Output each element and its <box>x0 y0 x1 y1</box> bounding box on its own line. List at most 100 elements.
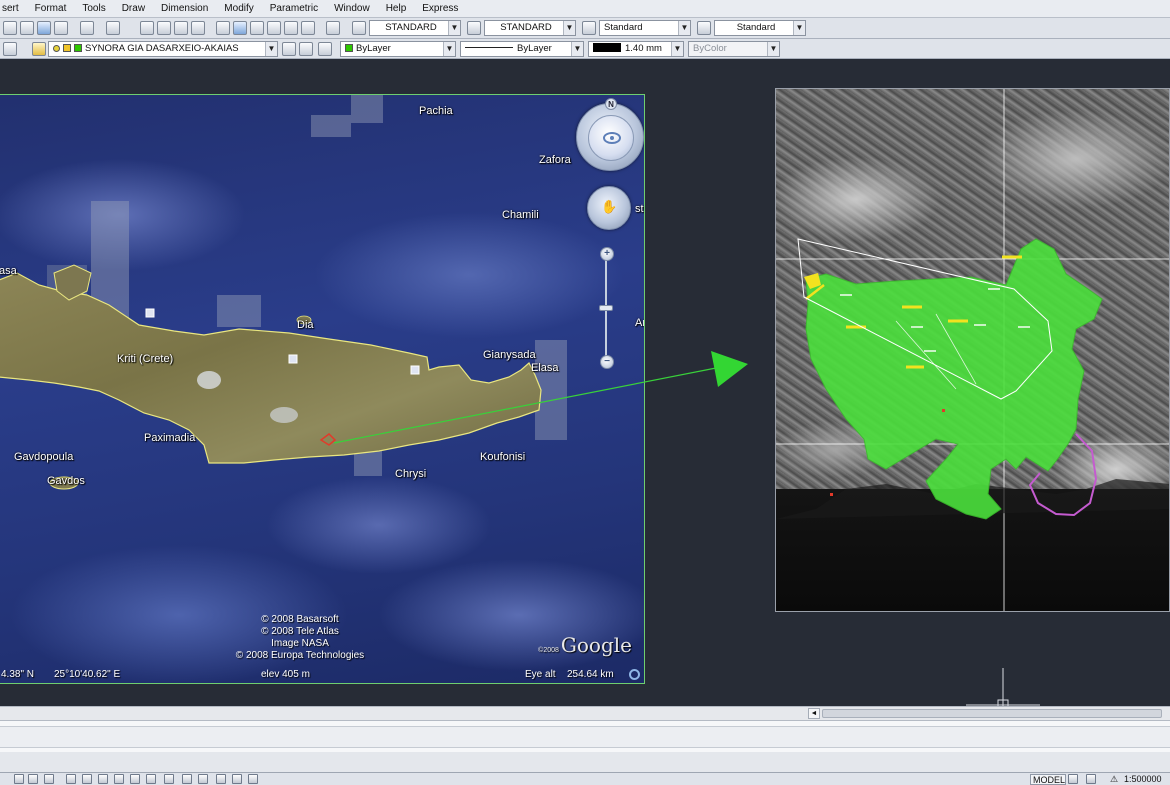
menu-help[interactable]: Help <box>378 3 415 14</box>
layer-color-swatch <box>53 45 60 52</box>
multileader-style-select[interactable]: Standard ▼ <box>714 20 806 36</box>
layer-previous-icon[interactable] <box>299 42 313 56</box>
quick-view-drawings-icon[interactable] <box>1086 774 1096 784</box>
command-line[interactable] <box>0 720 1170 772</box>
menu-parametric[interactable]: Parametric <box>262 3 326 14</box>
ucs-icon[interactable] <box>114 774 124 784</box>
annotation-monitor-icon[interactable] <box>216 774 226 784</box>
zoom-previous-icon[interactable] <box>191 21 205 35</box>
menu-dimension[interactable]: Dimension <box>153 3 216 14</box>
plot-icon[interactable] <box>54 21 68 35</box>
place-label-partial: Ar <box>635 317 645 329</box>
zoom-realtime-icon[interactable] <box>157 21 171 35</box>
google-logo: ©2008 Google <box>538 633 632 657</box>
scroll-left-icon[interactable]: ◄ <box>808 708 820 719</box>
text-style-icon[interactable] <box>352 21 366 35</box>
menu-draw[interactable]: Draw <box>114 3 153 14</box>
make-current-icon[interactable] <box>282 42 296 56</box>
markup-icon[interactable] <box>284 21 298 35</box>
lineweight-select[interactable]: 1.40 mm ▼ <box>588 41 684 57</box>
table-style-select[interactable]: Standard ▼ <box>599 20 691 36</box>
move-navigation-ring[interactable]: ✋ <box>587 186 631 230</box>
dim-style-select[interactable]: STANDARD ▼ <box>484 20 576 36</box>
menu-format[interactable]: Format <box>27 3 75 14</box>
osnap-tracking-icon[interactable] <box>98 774 108 784</box>
open-icon[interactable] <box>20 21 34 35</box>
dim-style-icon[interactable] <box>467 21 481 35</box>
redo-icon[interactable] <box>106 21 120 35</box>
workspace-icon[interactable] <box>248 774 258 784</box>
dynamic-input-icon[interactable] <box>130 774 140 784</box>
plotstyle-select[interactable]: ByColor ▼ <box>688 41 780 57</box>
3d-osnap-icon[interactable] <box>232 774 242 784</box>
properties-icon[interactable] <box>216 21 230 35</box>
layer-iso-icon[interactable] <box>318 42 332 56</box>
place-label-dia: Dia <box>297 319 314 331</box>
new-icon[interactable] <box>3 21 17 35</box>
selection-cycling-icon[interactable] <box>182 774 192 784</box>
quick-view-layouts-icon[interactable] <box>1068 774 1078 784</box>
menu-insert[interactable]: sert <box>0 3 27 14</box>
lineweight-icon[interactable] <box>146 774 156 784</box>
place-label-gavdopoula: Gavdopoula <box>14 451 74 463</box>
look-joystick[interactable] <box>588 115 634 161</box>
menu-express[interactable]: Express <box>414 3 466 14</box>
zoom-slider-thumb[interactable] <box>599 305 613 311</box>
linetype-select[interactable]: ByLayer ▼ <box>460 41 584 57</box>
latitude-readout: 4.38" N <box>1 669 35 680</box>
save-icon[interactable] <box>37 21 51 35</box>
help-icon[interactable] <box>326 21 340 35</box>
plotstyle-value: ByColor <box>693 43 727 54</box>
place-label-koufonisi: Koufonisi <box>480 451 526 463</box>
multileader-style-icon[interactable] <box>697 21 711 35</box>
table-style-icon[interactable] <box>582 21 596 35</box>
zoom-out-button[interactable]: − <box>600 355 614 369</box>
ortho-mode-icon[interactable] <box>44 774 54 784</box>
layers-toolbar: SYNORA GIA DASARXEIO-AKAIAS ▼ ByLayer ▼ By… <box>0 39 1170 59</box>
look-navigation-ring[interactable]: N <box>576 98 644 171</box>
annotation-scale-value[interactable]: 1:500000 <box>1124 773 1162 785</box>
multileader-style-value: Standard <box>736 22 776 33</box>
streaming-indicator-icon <box>629 669 640 680</box>
lineweight-value: 1.40 mm <box>625 43 662 54</box>
tool-palettes-icon[interactable] <box>250 21 264 35</box>
zoom-window-icon[interactable] <box>174 21 188 35</box>
layer-manager-icon[interactable] <box>3 42 17 56</box>
layer-select[interactable]: SYNORA GIA DASARXEIO-AKAIAS ▼ <box>48 41 278 57</box>
quickcalc-icon[interactable] <box>301 21 315 35</box>
layer-color-swatch <box>63 44 71 52</box>
design-center-icon[interactable] <box>233 21 247 35</box>
copyright-line: © 2008 Tele Atlas <box>261 626 339 637</box>
google-earth-viewport[interactable]: Pachia Zafora Chamili Dia Kriti (Crete) … <box>0 94 645 684</box>
object-snap-icon[interactable] <box>82 774 92 784</box>
polar-tracking-icon[interactable] <box>66 774 76 784</box>
place-label-chamili: Chamili <box>502 209 539 221</box>
snap-mode-icon[interactable] <box>14 774 24 784</box>
undo-icon[interactable] <box>80 21 94 35</box>
copyright-block: © 2008 Basarsoft © 2008 Tele Atlas Image… <box>227 614 373 661</box>
menu-modify[interactable]: Modify <box>216 3 261 14</box>
chevron-down-icon: ▼ <box>671 42 683 56</box>
transparency-icon[interactable] <box>198 774 208 784</box>
scroll-thumb[interactable] <box>822 709 1162 718</box>
quick-properties-icon[interactable] <box>164 774 174 784</box>
menu-window[interactable]: Window <box>326 3 378 14</box>
annotation-scale-icon[interactable]: ⚠ <box>1110 773 1118 785</box>
pan-icon[interactable] <box>140 21 154 35</box>
zoom-in-button[interactable]: + <box>600 247 614 261</box>
satellite-image[interactable] <box>775 88 1170 612</box>
text-style-select[interactable]: STANDARD ▼ <box>369 20 461 36</box>
horizontal-scrollbar[interactable]: ◄ <box>0 706 1170 720</box>
command-input[interactable] <box>0 752 1170 772</box>
model-space-button[interactable]: MODEL <box>1030 774 1066 785</box>
layer-state-icon[interactable] <box>32 42 46 56</box>
menu-tools[interactable]: Tools <box>74 3 113 14</box>
north-indicator[interactable]: N <box>605 98 617 110</box>
hand-icon: ✋ <box>601 199 618 214</box>
google-logo-year: ©2008 <box>538 647 559 654</box>
status-bar: MODEL ⚠ 1:500000 <box>0 772 1170 785</box>
sheet-set-icon[interactable] <box>267 21 281 35</box>
grid-display-icon[interactable] <box>28 774 38 784</box>
color-select[interactable]: ByLayer ▼ <box>340 41 456 57</box>
zoom-slider[interactable]: + − <box>599 247 614 371</box>
